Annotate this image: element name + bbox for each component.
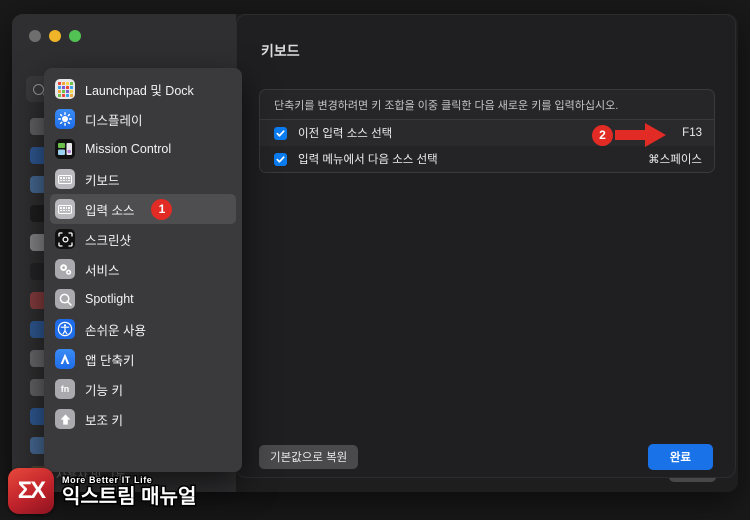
traffic-lights	[29, 30, 81, 42]
popup-item-10[interactable]: fn 기능 키	[50, 374, 236, 404]
services-icon	[55, 259, 75, 279]
input-source-icon	[55, 199, 75, 219]
zoom-button-icon[interactable]	[69, 30, 81, 42]
shortcut-label: 이전 입력 소스 선택	[298, 128, 393, 140]
display-icon	[55, 109, 75, 129]
watermark-brand: 익스트림 매뉴얼	[60, 485, 197, 508]
shortcut-label: 입력 메뉴에서 다음 소스 선택	[298, 154, 438, 166]
popup-item-label: 앱 단축키	[85, 353, 135, 368]
annotation-step-2: 2	[592, 122, 667, 148]
shortcut-key-value[interactable]: F13	[682, 127, 702, 139]
popup-item-label: 손쉬운 사용	[85, 323, 146, 338]
watermark-text: More Better IT Life 익스트림 매뉴얼	[60, 474, 197, 508]
popup-item-label: 디스플레이	[85, 113, 143, 128]
function-keys-icon: fn	[55, 379, 75, 399]
spotlight-icon	[55, 289, 75, 309]
done-button[interactable]: 완료	[647, 444, 713, 470]
close-button-icon[interactable]	[29, 30, 41, 42]
step-1-badge: 1	[151, 198, 173, 220]
popup-item-2[interactable]: Mission Control	[50, 134, 236, 164]
shortcuts-hint: 단축키를 변경하려면 키 조합을 이중 클릭한 다음 새로운 키를 입력하십시오…	[260, 90, 714, 120]
popup-item-1[interactable]: 디스플레이	[50, 104, 236, 134]
popup-item-label: Launchpad 및 Dock	[85, 83, 194, 98]
popup-item-label: 기능 키	[85, 383, 123, 398]
watermark-tagline: More Better IT Life	[61, 474, 153, 486]
popup-item-6[interactable]: 서비스	[50, 254, 236, 284]
watermark-logo-icon: ΣX	[8, 468, 54, 514]
popup-item-label: Spotlight	[85, 292, 134, 306]
popup-item-label: 스크린샷	[85, 233, 132, 248]
popup-item-11[interactable]: 보조 키	[50, 404, 236, 434]
watermark-logo-text: ΣX	[17, 477, 46, 504]
shortcut-checkbox[interactable]	[274, 126, 287, 140]
launchpad-icon	[55, 79, 75, 99]
popup-item-3[interactable]: 키보드	[50, 164, 236, 194]
shortcut-row-1[interactable]: 입력 메뉴에서 다음 소스 선택 ⌘스페이스	[260, 146, 714, 172]
sheet-title: 키보드	[261, 43, 300, 59]
window-titlebar	[12, 14, 236, 58]
popup-item-4[interactable]: 입력 소스 1	[50, 194, 236, 224]
arrow-right-icon	[615, 123, 666, 147]
keyboard-icon	[55, 169, 75, 189]
accessibility-icon	[55, 319, 75, 339]
popup-item-8[interactable]: 손쉬운 사용	[50, 314, 236, 344]
popup-item-label: 보조 키	[85, 413, 123, 428]
modifier-keys-icon	[55, 409, 75, 429]
popup-item-label: 서비스	[85, 263, 120, 278]
popup-item-7[interactable]: Spotlight	[50, 284, 236, 314]
restore-defaults-button[interactable]: 기본값으로 복원	[259, 445, 359, 469]
shortcut-checkbox[interactable]	[274, 152, 287, 166]
watermark: ΣX More Better IT Life 익스트림 매뉴얼	[8, 468, 198, 514]
shortcut-category-popup: Launchpad 및 Dock 디스플레이 Mission Control 키보드입…	[44, 68, 242, 472]
popup-item-label: Mission Control	[85, 142, 172, 156]
popup-item-0[interactable]: Launchpad 및 Dock	[50, 74, 236, 104]
popup-item-5[interactable]: 스크린샷	[50, 224, 236, 254]
screenshot-icon	[55, 229, 75, 249]
mission-control-icon	[55, 139, 75, 159]
shortcut-key-value[interactable]: ⌘스페이스	[648, 151, 702, 167]
popup-item-9[interactable]: 앱 단축키	[50, 344, 236, 374]
search-icon	[33, 83, 44, 95]
minimize-button-icon[interactable]	[49, 30, 61, 42]
popup-item-label: 입력 소스	[85, 203, 135, 218]
screenshot-root: 검색 일반손쉬운 사용제어 센터Siri 및 Spotlight개인정보 보호 …	[0, 0, 750, 520]
app-shortcuts-icon	[55, 349, 75, 369]
step-2-badge: 2	[592, 124, 613, 146]
keyboard-shortcuts-sheet: 키보드 단축키를 변경하려면 키 조합을 이중 클릭한 다음 새로운 키를 입력…	[236, 14, 736, 478]
popup-item-label: 키보드	[85, 173, 120, 188]
